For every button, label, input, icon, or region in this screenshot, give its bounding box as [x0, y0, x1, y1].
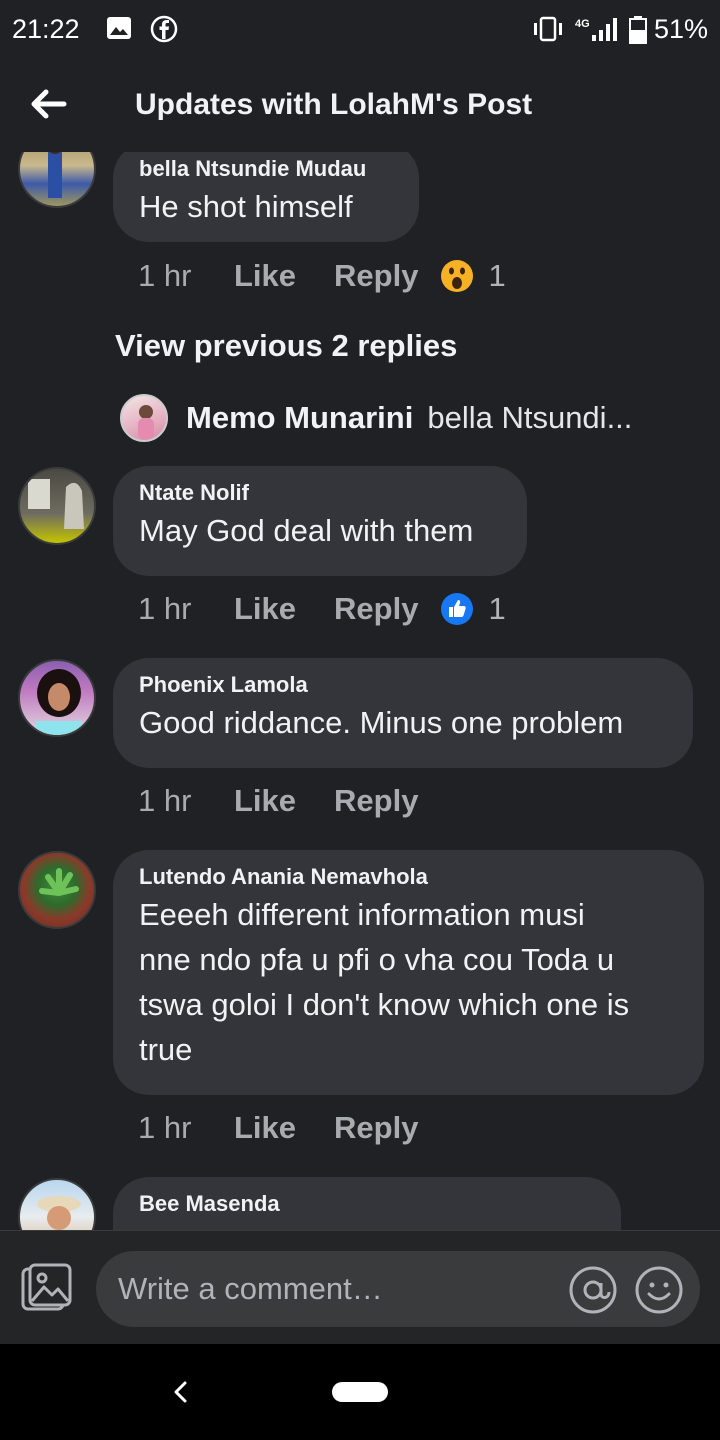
comment-time: 1 hr	[138, 1110, 192, 1145]
reply-snippet: bella Ntsundi...	[427, 400, 633, 435]
reaction-summary[interactable]: 1	[440, 258, 506, 294]
reaction-count: 1	[488, 258, 506, 293]
vibrate-icon	[534, 16, 562, 42]
reply-button[interactable]: Reply	[334, 783, 418, 819]
like-button[interactable]: Like	[234, 783, 296, 819]
comment-bubble[interactable]: Bee Masenda	[113, 1177, 621, 1230]
arrow-left-icon[interactable]	[24, 80, 72, 128]
comment-author[interactable]: Bee Masenda	[139, 1189, 595, 1219]
comment-author[interactable]: Phoenix Lamola	[139, 670, 667, 700]
page-title: Updates with LolahM's Post	[135, 88, 533, 121]
comment-actions: 1 hr Like Reply	[138, 1110, 440, 1146]
comment-actions: 1 hr Like Reply 1	[138, 591, 506, 627]
mention-icon[interactable]	[568, 1265, 618, 1315]
comment-feed[interactable]: bella Ntsundie Mudau He shot himself 1 h…	[0, 152, 720, 1230]
reply-button[interactable]: Reply	[334, 258, 418, 294]
gallery-icon	[107, 17, 131, 39]
system-nav-bar	[0, 1344, 720, 1440]
signal-icon	[592, 18, 617, 41]
comment-author[interactable]: Lutendo Anania Nemavhola	[139, 862, 678, 892]
like-button[interactable]: Like	[234, 591, 296, 627]
photo-icon[interactable]	[20, 1263, 72, 1315]
comment-time: 1 hr	[138, 258, 192, 293]
emoji-icon[interactable]	[634, 1265, 684, 1315]
comment-text-line: true	[139, 1032, 193, 1067]
battery-icon	[629, 16, 647, 44]
comment-bubble[interactable]: bella Ntsundie Mudau He shot himself	[113, 152, 419, 242]
view-previous-replies-link[interactable]: View previous 2 replies	[115, 328, 457, 364]
reply-author[interactable]: Memo Munarini	[186, 400, 413, 436]
comment-text-line: tswa goloi I don't know which one is	[139, 987, 630, 1022]
nav-back-icon[interactable]	[168, 1376, 192, 1408]
comment-bubble[interactable]: Ntate Nolif May God deal with them	[113, 466, 527, 576]
avatar[interactable]	[18, 467, 96, 545]
comment-placeholder: Write a comment…	[118, 1271, 383, 1306]
comment-text: He shot himself	[139, 189, 353, 224]
like-button[interactable]: Like	[234, 258, 296, 294]
comment-text: Good riddance. Minus one problem	[139, 705, 624, 740]
comment-composer: Write a comment…	[0, 1230, 720, 1344]
like-button[interactable]: Like	[234, 1110, 296, 1146]
status-bar: 21:22 4G 51%	[0, 0, 720, 62]
comment-text-line: Eeeeh different information musi	[139, 897, 585, 932]
reply-button[interactable]: Reply	[334, 591, 418, 627]
avatar[interactable]	[120, 394, 168, 442]
avatar[interactable]	[18, 1178, 96, 1230]
like-reaction-icon	[441, 593, 474, 625]
wow-reaction-icon	[441, 260, 474, 292]
reaction-count: 1	[488, 591, 506, 626]
avatar[interactable]	[18, 851, 96, 929]
reaction-summary[interactable]: 1	[440, 591, 506, 627]
comment-actions: 1 hr Like Reply 1	[138, 258, 506, 294]
home-pill-button[interactable]	[332, 1382, 388, 1402]
comment-bubble[interactable]: Lutendo Anania Nemavhola Eeeeh different…	[113, 850, 704, 1095]
comment-input[interactable]: Write a comment…	[96, 1251, 700, 1327]
comment-author[interactable]: Ntate Nolif	[139, 478, 501, 508]
comment-text-line: nne ndo pfa u pfi o vha cou Toda u	[139, 942, 615, 977]
comment-time: 1 hr	[138, 591, 192, 626]
comment-time: 1 hr	[138, 783, 192, 818]
facebook-icon	[150, 15, 178, 43]
comment-actions: 1 hr Like Reply	[138, 783, 440, 819]
avatar[interactable]	[18, 152, 96, 208]
avatar[interactable]	[18, 659, 96, 737]
comment-bubble[interactable]: Phoenix Lamola Good riddance. Minus one …	[113, 658, 693, 768]
battery-percent: 51%	[653, 14, 708, 44]
reply-preview[interactable]: Memo Munarini bella Ntsundi...	[120, 393, 632, 443]
comment-text: May God deal with them	[139, 513, 474, 548]
reply-button[interactable]: Reply	[334, 1110, 418, 1146]
header: Updates with LolahM's Post	[0, 62, 720, 152]
status-time: 21:22	[12, 14, 80, 44]
comment-author[interactable]: bella Ntsundie Mudau	[139, 154, 393, 184]
